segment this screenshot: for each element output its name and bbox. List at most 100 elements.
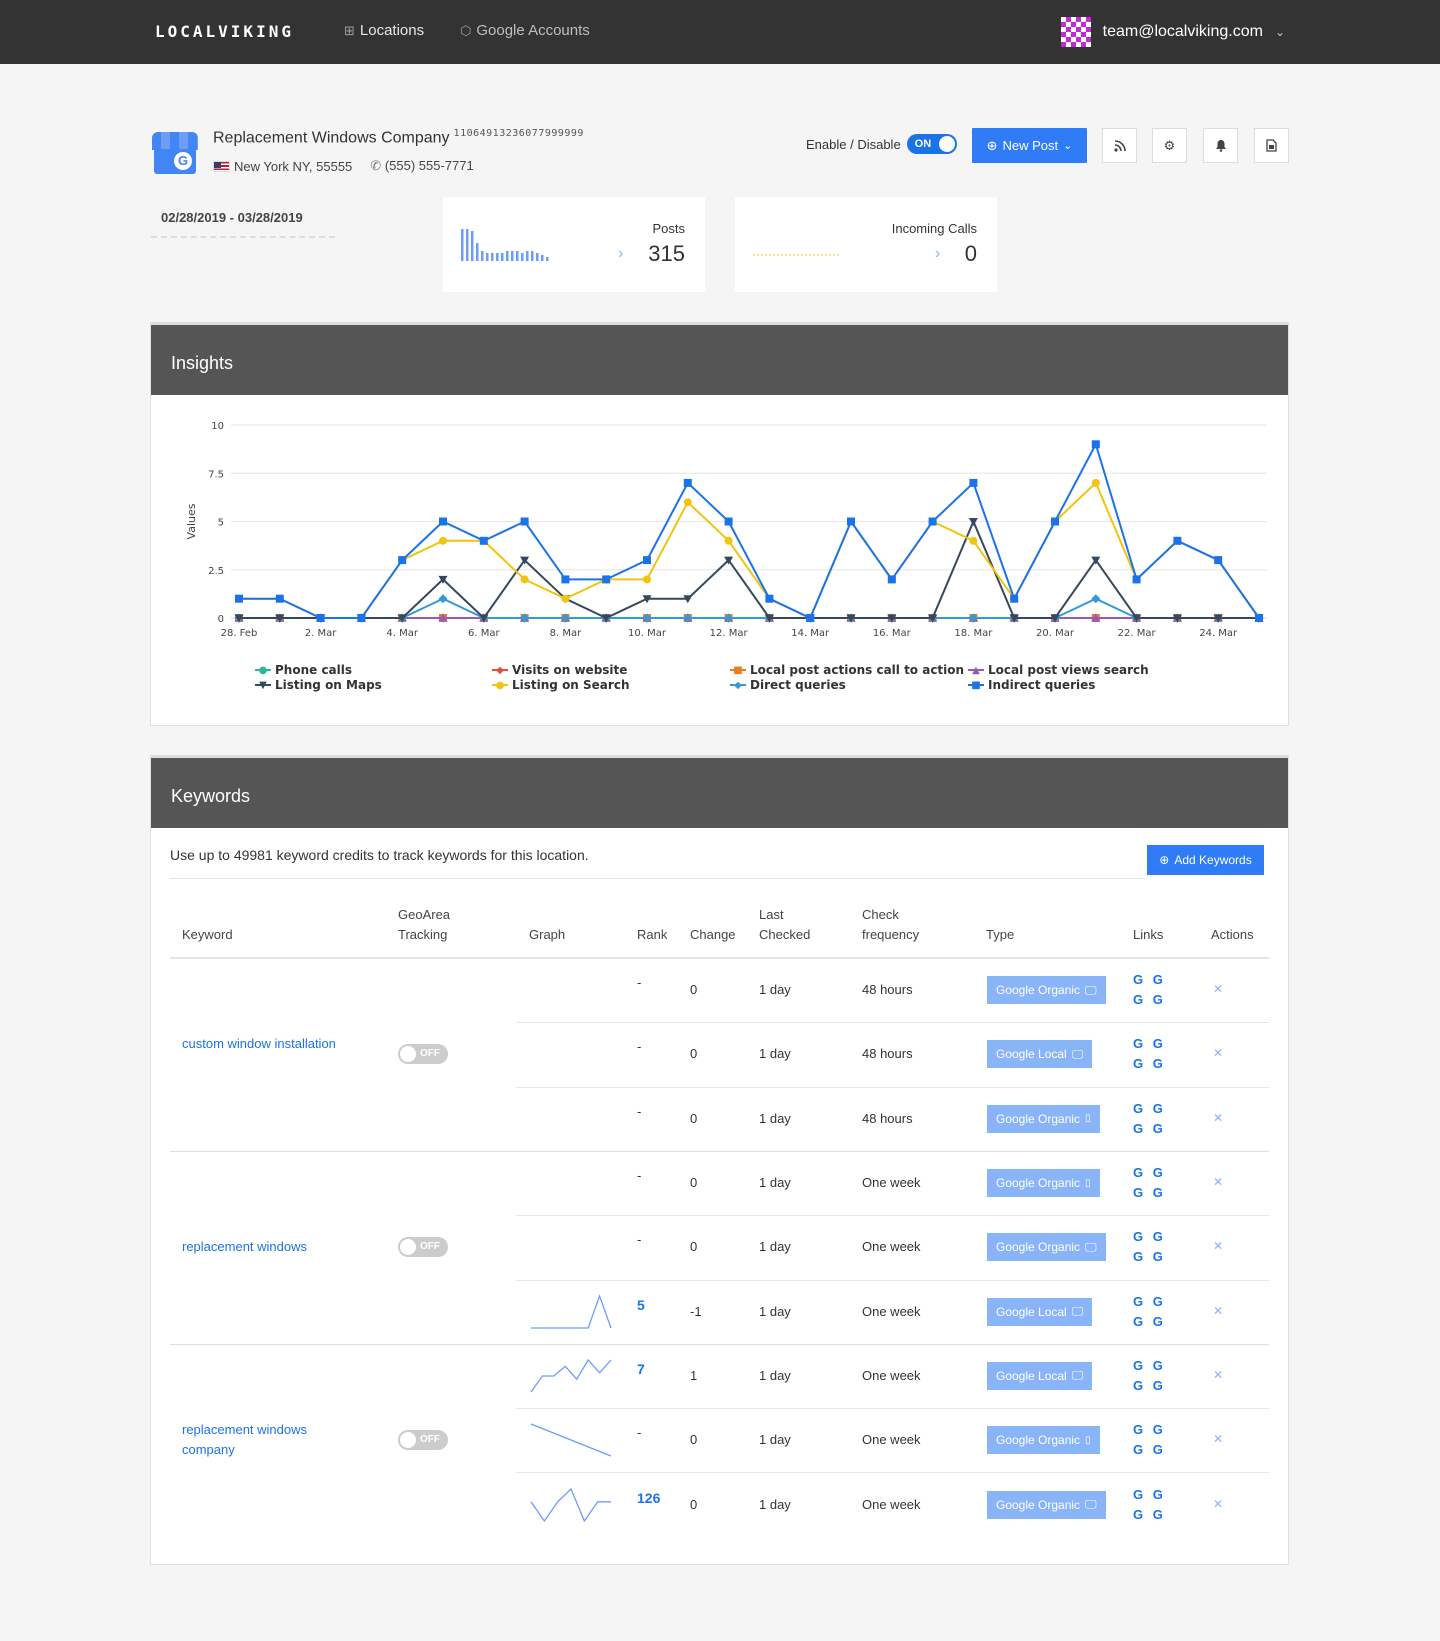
series-point[interactable] <box>439 536 447 545</box>
brand-logo[interactable]: LOCALVIKING <box>155 22 294 41</box>
series-point[interactable] <box>1091 440 1100 449</box>
series-point[interactable] <box>316 614 325 622</box>
enable-toggle[interactable]: ON <box>906 134 957 154</box>
search-result-links[interactable]: G G G G <box>1133 1163 1183 1203</box>
series-point[interactable] <box>357 614 366 622</box>
series-point[interactable] <box>683 478 692 487</box>
location-meta: New York NY, 55555 ✆ (555) 555-7771 <box>213 158 474 174</box>
series-point[interactable] <box>235 594 243 603</box>
keyword-link[interactable]: custom window installation <box>182 1034 342 1054</box>
legend-item[interactable]: ● Listing on Search <box>492 678 629 692</box>
series-point[interactable] <box>724 536 733 545</box>
series-point[interactable] <box>1214 556 1223 565</box>
search-type-button[interactable]: Google Local 🖵 <box>987 1040 1093 1069</box>
series-point[interactable] <box>765 594 774 603</box>
remove-keyword-icon[interactable]: ✕ <box>1213 982 1223 996</box>
remove-keyword-icon[interactable]: ✕ <box>1213 1304 1223 1318</box>
series-point[interactable] <box>438 594 448 604</box>
legend-item[interactable]: ● Phone calls <box>255 663 352 677</box>
series-point[interactable] <box>398 556 407 565</box>
search-result-links[interactable]: G G G G <box>1133 1356 1183 1396</box>
legend-item[interactable]: ◆ Visits on website <box>492 663 627 677</box>
user-email: team@localviking.com <box>1102 23 1263 40</box>
remove-keyword-icon[interactable]: ✕ <box>1213 1432 1223 1446</box>
search-result-links[interactable]: G G G G <box>1133 1034 1183 1074</box>
keyword-link[interactable]: replacement windows company <box>182 1420 342 1460</box>
remove-keyword-icon[interactable]: ✕ <box>1213 1368 1223 1382</box>
legend-label: Direct queries <box>750 678 846 692</box>
series-point[interactable] <box>1173 536 1182 545</box>
search-result-links[interactable]: G G G G <box>1133 1420 1183 1460</box>
series-point[interactable] <box>275 594 284 603</box>
series-point[interactable] <box>683 498 692 507</box>
remove-keyword-icon[interactable]: ✕ <box>1213 1239 1223 1253</box>
search-result-links[interactable]: G G G G <box>1133 1292 1183 1332</box>
series-point[interactable] <box>561 575 570 584</box>
series-point[interactable] <box>520 575 529 584</box>
search-type-button[interactable]: Google Organic ▯ <box>987 1426 1100 1455</box>
sitemap-icon: ⊞ <box>344 22 355 38</box>
series-point[interactable] <box>1132 575 1141 584</box>
series-point[interactable] <box>724 517 733 526</box>
posts-mini-bar <box>516 251 519 261</box>
geoarea-toggle[interactable]: OFF <box>398 1237 448 1258</box>
user-menu[interactable]: team@localviking.com ⌄ <box>1060 17 1285 47</box>
add-keywords-button[interactable]: ⊕ Add Keywords <box>1147 845 1264 875</box>
keyword-link[interactable]: replacement windows <box>182 1237 342 1257</box>
series-point[interactable] <box>643 556 651 565</box>
series-point[interactable] <box>1255 614 1263 622</box>
date-range-picker[interactable]: 02/28/2019 - 03/28/2019 <box>161 210 303 225</box>
series-point[interactable] <box>1091 478 1100 487</box>
search-result-links[interactable]: G G G G <box>1133 970 1183 1010</box>
series-point[interactable] <box>928 517 937 526</box>
rss-button[interactable] <box>1102 128 1137 163</box>
series-point[interactable] <box>1051 517 1059 526</box>
nav-google-accounts[interactable]: ⬡ Google Accounts <box>460 22 590 39</box>
settings-button[interactable]: ⚙ <box>1152 128 1187 163</box>
search-result-links[interactable]: G G G G <box>1133 1485 1183 1525</box>
series-point[interactable] <box>847 517 855 526</box>
series-point[interactable] <box>479 536 488 545</box>
posts-stat-card[interactable]: › Posts 315 <box>443 197 705 292</box>
legend-label: Listing on Search <box>512 678 630 692</box>
notifications-button[interactable] <box>1203 128 1238 163</box>
remove-keyword-icon[interactable]: ✕ <box>1213 1111 1223 1125</box>
legend-item[interactable]: ■ Local post actions call to action <box>730 663 964 677</box>
series-point[interactable] <box>602 575 611 584</box>
nav-locations[interactable]: ⊞ Locations <box>344 22 424 39</box>
legend-item[interactable]: ▼ Listing on Maps <box>255 678 382 692</box>
series-point[interactable] <box>1010 594 1019 603</box>
series-point[interactable] <box>643 575 651 584</box>
search-type-button[interactable]: Google Local 🖵 <box>987 1361 1093 1390</box>
new-post-button[interactable]: ⊕ New Post ⌄ <box>972 128 1087 163</box>
remove-keyword-icon[interactable]: ✕ <box>1213 1497 1223 1511</box>
remove-keyword-icon[interactable]: ✕ <box>1213 1046 1223 1060</box>
geoarea-toggle[interactable]: OFF <box>398 1044 448 1065</box>
series-point[interactable] <box>561 594 570 603</box>
series-point[interactable] <box>520 517 529 526</box>
last-checked-value: 1 day <box>759 982 791 998</box>
legend-item[interactable]: ◆ Direct queries <box>730 678 846 692</box>
search-type-button[interactable]: Google Organic ▯ <box>987 1104 1100 1133</box>
remove-keyword-icon[interactable]: ✕ <box>1213 1175 1223 1189</box>
series-point[interactable] <box>969 478 978 487</box>
series-point[interactable] <box>806 614 815 622</box>
search-result-links[interactable]: G G G G <box>1133 1227 1183 1267</box>
search-type-button[interactable]: Google Organic 🖵 <box>987 1233 1106 1262</box>
calls-stat-card[interactable]: › Incoming Calls 0 <box>735 197 997 292</box>
legend-item[interactable]: ▲ Local post views search <box>968 663 1149 677</box>
search-type-button[interactable]: Google Organic 🖵 <box>987 1490 1106 1519</box>
geoarea-toggle[interactable]: OFF <box>398 1430 448 1451</box>
series-point[interactable] <box>439 517 447 526</box>
legend-item[interactable]: ■ Indirect queries <box>968 678 1095 692</box>
search-type-button[interactable]: Google Local 🖵 <box>987 1297 1093 1326</box>
report-button[interactable] <box>1254 128 1289 163</box>
series-point[interactable] <box>1091 594 1101 604</box>
series-point[interactable] <box>969 536 978 545</box>
rank-sparkline <box>530 1423 612 1457</box>
search-result-links[interactable]: G G G G <box>1133 1099 1183 1139</box>
search-type-button[interactable]: Google Organic 🖵 <box>987 976 1106 1005</box>
series-point[interactable] <box>887 575 896 584</box>
th-last-line2: Checked <box>759 927 811 942</box>
search-type-button[interactable]: Google Organic ▯ <box>987 1169 1100 1198</box>
